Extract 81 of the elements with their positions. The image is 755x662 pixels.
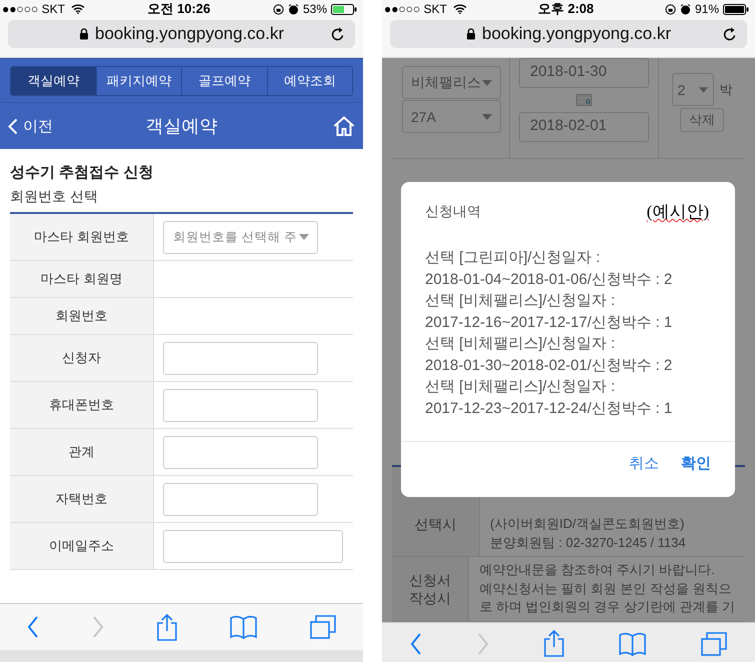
info-text: 예약신청서는 필히 회원 본인 작성을 원칙으 (479, 580, 732, 598)
info-text: 예약안내문을 참조하여 주시기 바랍니다. (479, 561, 716, 579)
example-note: (예시안) (646, 201, 709, 223)
input-field[interactable] (163, 482, 318, 516)
input-field[interactable] (163, 530, 343, 562)
lock-rotation-icon (272, 4, 284, 14)
battery-percent: 91% (694, 2, 719, 16)
chevron-left-icon (8, 118, 18, 134)
form-label: 이메일주소 (10, 523, 154, 569)
nights-select[interactable]: 2 (672, 73, 714, 106)
room-select[interactable]: 27A (402, 100, 501, 133)
caret-icon (482, 114, 492, 120)
clock-text: 오전 10:26 (146, 0, 212, 18)
info-label: 신청서 작성시 (392, 557, 470, 620)
info-text: 로 하며 법인회원의 경우 상기란에 관계를 기 (479, 598, 735, 616)
input-field[interactable] (163, 388, 318, 422)
cancel-button[interactable]: 취소 (629, 454, 659, 473)
form-label: 마스타 회원번호 (10, 214, 154, 260)
calendar-icon[interactable] (576, 94, 592, 106)
carrier-text: ●●○○○ SKT (2, 2, 65, 16)
lock-icon (78, 28, 89, 40)
share-icon[interactable] (156, 614, 177, 640)
dialog-text: 2017-12-23~2017-12-24/신청박수 : 1 (425, 398, 674, 418)
back-icon[interactable] (26, 616, 39, 638)
url-text: booking.yongpyong.co.kr (94, 24, 284, 44)
tabs-icon[interactable] (701, 632, 728, 656)
bookmarks-icon[interactable] (619, 632, 646, 656)
reload-icon[interactable] (723, 27, 737, 42)
info-text: (사이버회원ID/객실콘도회원번호) (490, 515, 686, 533)
delete-button[interactable]: 삭제 (680, 108, 724, 132)
dialog-text: 선택 [비체팰리스]/신청일자 : (425, 377, 616, 397)
select-placeholder: 회원번호를 선택해 주 (173, 228, 297, 246)
url-text: booking.yongpyong.co.kr (482, 24, 672, 44)
carrier-text: ●●○○○ SKT (384, 2, 447, 16)
section-title: 성수기 추첨접수 신청 (10, 163, 154, 182)
battery-percent: 53% (302, 2, 327, 16)
check-in-field[interactable]: 2018-01-30 (519, 58, 649, 88)
dialog-title: 신청내역 (425, 202, 481, 220)
reload-icon[interactable] (331, 27, 345, 42)
bookmarks-icon[interactable] (230, 615, 258, 639)
form-label: 휴대폰번호 (10, 382, 154, 428)
nights-unit: 박 (720, 80, 732, 98)
share-icon[interactable] (544, 630, 564, 657)
alarm-icon (288, 4, 299, 14)
dialog-text: 2018-01-04~2018-01-06/신청박수 : 2 (425, 270, 674, 290)
dialog-text: 2017-12-16~2017-12-17/신청박수 : 1 (425, 312, 674, 332)
member-number-select[interactable]: 회원번호를 선택해 주 (163, 220, 318, 254)
caret-icon (299, 234, 309, 240)
back-icon[interactable] (410, 632, 422, 654)
input-field[interactable] (163, 436, 318, 468)
address-bar[interactable]: booking.yongpyong.co.kr (8, 20, 355, 48)
form-label: 자택번호 (10, 476, 154, 522)
form-label: 관계 (10, 429, 154, 475)
page-title: 객실예약 (146, 115, 218, 138)
battery-icon (723, 4, 749, 14)
home-icon[interactable] (333, 116, 355, 136)
dialog-text: 2018-01-30~2018-02-01/신청박수 : 2 (425, 356, 674, 376)
address-bar[interactable]: booking.yongpyong.co.kr (390, 20, 747, 48)
property-select[interactable]: 비체팰리스 (402, 66, 501, 99)
dialog-text: 선택 [비체팰리스]/신청일자 : (425, 291, 616, 311)
clock-text: 오후 2:08 (537, 0, 595, 18)
form-label: 마스타 회원명 (10, 261, 154, 297)
tabs-icon[interactable] (310, 615, 336, 639)
form-label: 회원번호 (10, 298, 154, 334)
input-field[interactable] (163, 342, 318, 374)
wifi-icon (452, 4, 467, 14)
info-text: 분양회원팀 : 02-3270-1245 / 1134 (490, 534, 687, 552)
lock-rotation-icon (664, 4, 676, 14)
dialog-text: 선택 [비체팰리스]/신청일자 : (425, 334, 616, 354)
check-out-field[interactable]: 2018-02-01 (519, 112, 649, 142)
wifi-icon (70, 4, 85, 14)
lock-icon (466, 28, 476, 40)
form-label: 신청자 (10, 335, 154, 381)
battery-icon (331, 4, 357, 14)
caret-icon (698, 86, 708, 92)
back-button[interactable]: 이전 (8, 116, 53, 136)
alarm-icon (680, 4, 691, 14)
caret-icon (482, 80, 492, 86)
tab[interactable]: 객실예약 (11, 67, 96, 95)
dialog-text: 선택 [그린피아]/신청일자 : (425, 248, 602, 268)
confirm-button[interactable]: 확인 (681, 454, 711, 473)
